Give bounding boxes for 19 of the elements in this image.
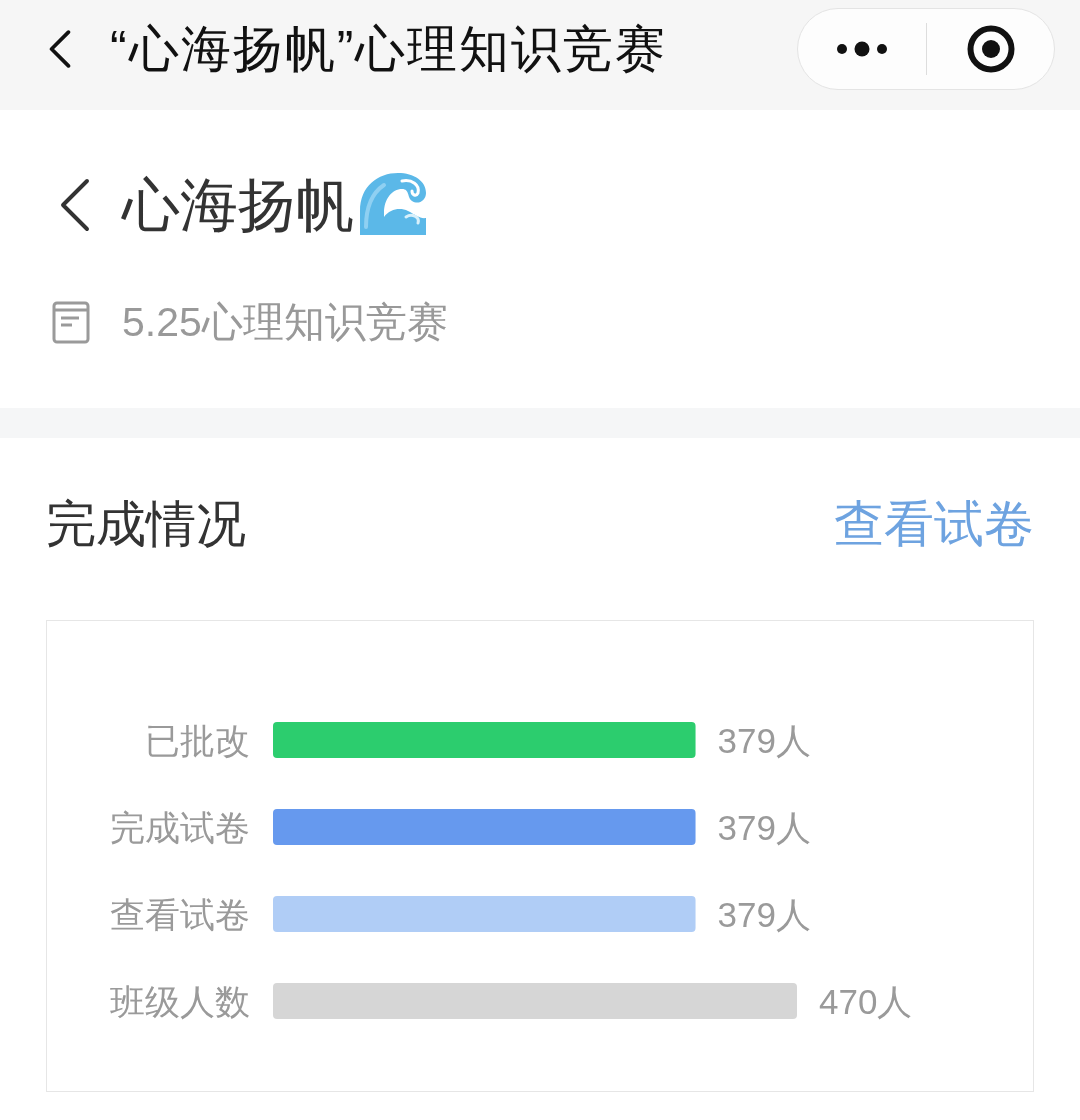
subtitle: 5.25心理知识竞赛 (122, 301, 448, 343)
page-title: 心海扬帆 (122, 176, 354, 234)
more-icon (836, 41, 888, 57)
value-label: 379人 (717, 894, 811, 934)
target-icon (966, 25, 1015, 73)
back-icon (58, 178, 92, 232)
bar-label: 完成试卷 (110, 807, 250, 847)
bar-label: 已批改 (145, 720, 250, 760)
document-icon (52, 300, 90, 344)
value-label: 379人 (717, 720, 811, 760)
window-title: “心海扬帆”心理知识竞赛 (110, 24, 668, 74)
value-label: 470人 (819, 981, 913, 1021)
view-paper-link[interactable]: 查看试卷 (834, 499, 1034, 549)
value-label: 379人 (717, 807, 811, 847)
bar-label: 查看试卷 (110, 894, 250, 934)
wave-icon (358, 171, 428, 235)
bar-label: 班级人数 (110, 981, 250, 1021)
section-title: 完成情况 (46, 499, 246, 549)
back-icon (49, 30, 71, 68)
